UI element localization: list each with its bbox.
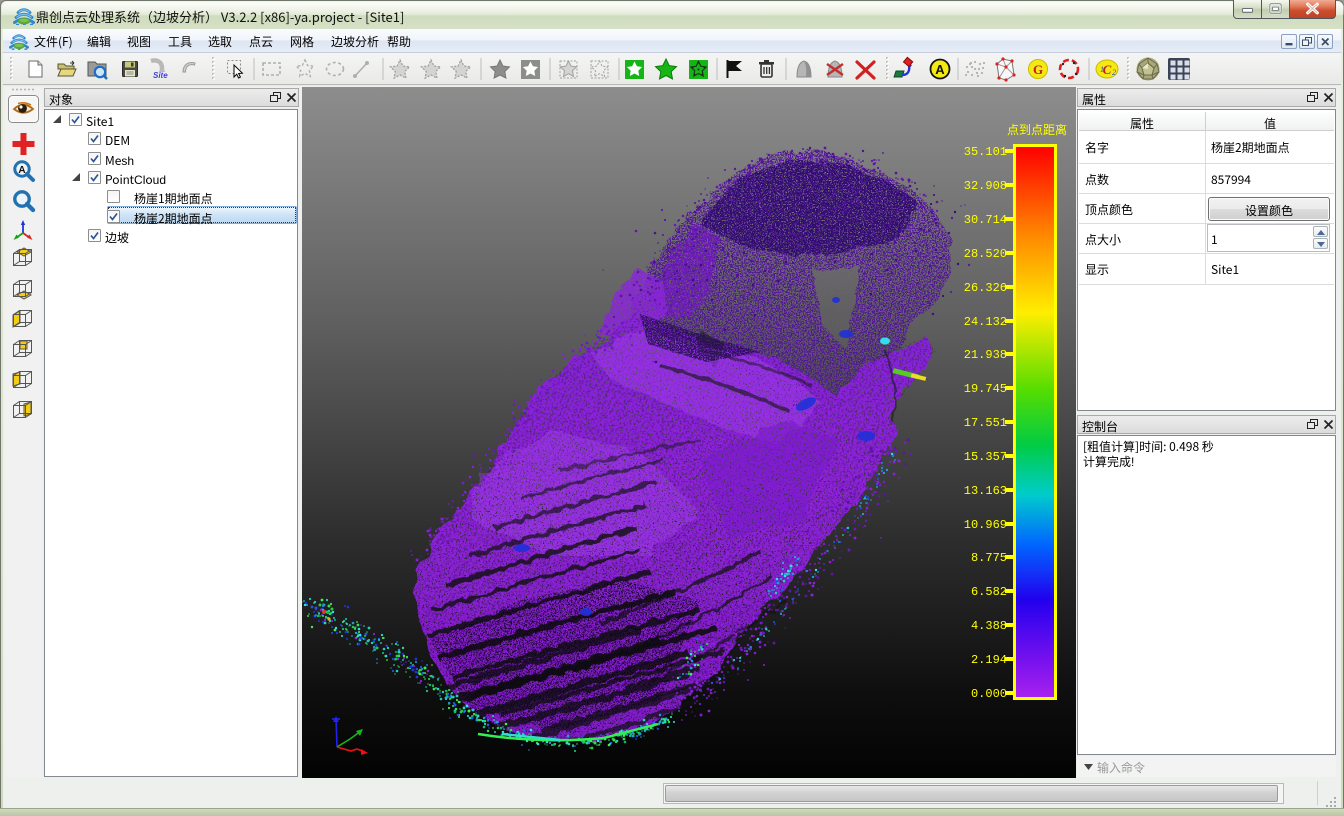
svg-text:点到点距离: 点到点距离 <box>1007 121 1067 138</box>
svg-text:28.520: 28.520 <box>964 247 1007 261</box>
svg-text:24.132: 24.132 <box>964 315 1007 329</box>
svg-text:A: A <box>935 62 945 77</box>
svg-text:2.194: 2.194 <box>971 653 1007 667</box>
svg-text:13.163: 13.163 <box>964 484 1007 498</box>
svg-text:2: 2 <box>1112 68 1116 77</box>
svg-text:15.357: 15.357 <box>964 450 1007 464</box>
svg-text:10.969: 10.969 <box>964 518 1007 532</box>
svg-text:8.775: 8.775 <box>971 551 1007 565</box>
svg-text:G: G <box>1033 62 1043 77</box>
svg-text:26.326: 26.326 <box>964 281 1007 295</box>
svg-text:21.938: 21.938 <box>964 348 1007 362</box>
svg-text:6.582: 6.582 <box>971 585 1007 599</box>
svg-text:19.745: 19.745 <box>964 382 1007 396</box>
svg-text:32.908: 32.908 <box>964 179 1007 193</box>
svg-text:A: A <box>18 165 25 176</box>
svg-text:C: C <box>1103 62 1112 77</box>
svg-text:35.101: 35.101 <box>964 145 1007 159</box>
svg-text:30.714: 30.714 <box>964 213 1007 227</box>
svg-text:Site: Site <box>153 71 168 80</box>
svg-text:4.388: 4.388 <box>971 619 1007 633</box>
svg-text:17.551: 17.551 <box>964 416 1007 430</box>
svg-text:0.000: 0.000 <box>971 687 1007 701</box>
